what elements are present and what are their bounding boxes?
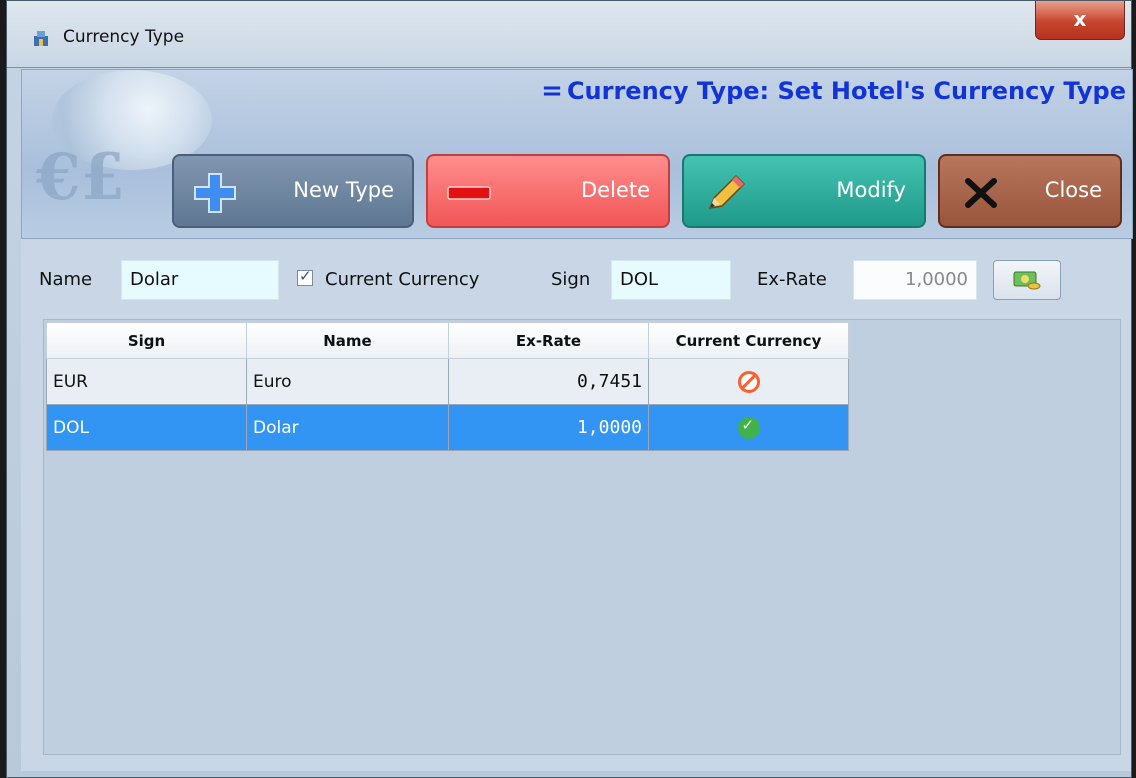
column-header-sign[interactable]: Sign xyxy=(46,322,247,359)
sign-field[interactable]: DOL xyxy=(611,260,731,300)
sign-label: Sign xyxy=(551,269,591,290)
delete-label: Delete xyxy=(581,178,650,202)
table-header-row: Sign Name Ex-Rate Current Currency xyxy=(46,322,849,359)
cell-sign: EUR xyxy=(46,358,247,405)
cell-sign: DOL xyxy=(46,404,247,451)
plus-icon xyxy=(194,173,236,213)
content-area: Name Dolar Current Currency Sign DOL Ex-… xyxy=(21,239,1131,771)
not-allowed-icon xyxy=(737,370,760,393)
cell-current xyxy=(648,404,849,451)
pencil-icon xyxy=(708,174,746,209)
name-label: Name xyxy=(39,269,93,290)
header-panel: €£ = Currency Type: Set Hotel's Currency … xyxy=(21,69,1133,239)
money-icon xyxy=(1013,271,1041,290)
close-label: Close xyxy=(1044,178,1102,202)
delete-button[interactable]: Delete xyxy=(426,154,670,228)
modify-button[interactable]: Modify xyxy=(682,154,926,228)
check-icon xyxy=(737,416,760,439)
window-title: Currency Type xyxy=(63,27,185,47)
name-field[interactable]: Dolar xyxy=(121,260,279,300)
modify-label: Modify xyxy=(836,178,906,202)
cell-ex-rate: 0,7451 xyxy=(448,358,649,405)
current-currency-checkbox[interactable] xyxy=(297,267,313,286)
table-row-selected[interactable]: DOL Dolar 1,0000 xyxy=(46,404,849,451)
close-icon xyxy=(965,178,997,208)
title-marker: = xyxy=(541,76,563,106)
column-header-ex-rate[interactable]: Ex-Rate xyxy=(448,322,649,359)
window-close-button[interactable]: x xyxy=(1035,1,1125,40)
minus-icon xyxy=(447,186,491,200)
new-type-label: New Type xyxy=(293,178,394,202)
close-button[interactable]: Close xyxy=(938,154,1122,228)
ex-rate-label: Ex-Rate xyxy=(757,269,827,290)
currency-type-window: Currency Type x €£ = Currency Type: Set H… xyxy=(6,0,1133,778)
cell-current xyxy=(648,358,849,405)
edit-form: Name Dolar Current Currency Sign DOL Ex-… xyxy=(21,259,1131,303)
money-button[interactable] xyxy=(993,260,1061,300)
new-type-button[interactable]: New Type xyxy=(172,154,414,228)
cell-ex-rate: 1,0000 xyxy=(448,404,649,451)
cell-name: Dolar xyxy=(246,404,449,451)
currency-table: Sign Name Ex-Rate Current Currency EUR E… xyxy=(46,322,849,451)
title-bar[interactable]: Currency Type x xyxy=(7,1,1131,68)
header-title: = Currency Type: Set Hotel's Currency Typ… xyxy=(541,76,1126,106)
cell-name: Euro xyxy=(246,358,449,405)
column-header-name[interactable]: Name xyxy=(246,322,449,359)
column-header-current-currency[interactable]: Current Currency xyxy=(648,322,849,359)
ex-rate-field: 1,0000 xyxy=(853,260,977,300)
app-icon xyxy=(34,31,48,46)
currency-grid: Sign Name Ex-Rate Current Currency EUR E… xyxy=(43,319,1121,755)
table-row[interactable]: EUR Euro 0,7451 xyxy=(46,358,849,405)
close-icon: x xyxy=(1073,7,1087,31)
current-currency-label: Current Currency xyxy=(325,269,480,290)
